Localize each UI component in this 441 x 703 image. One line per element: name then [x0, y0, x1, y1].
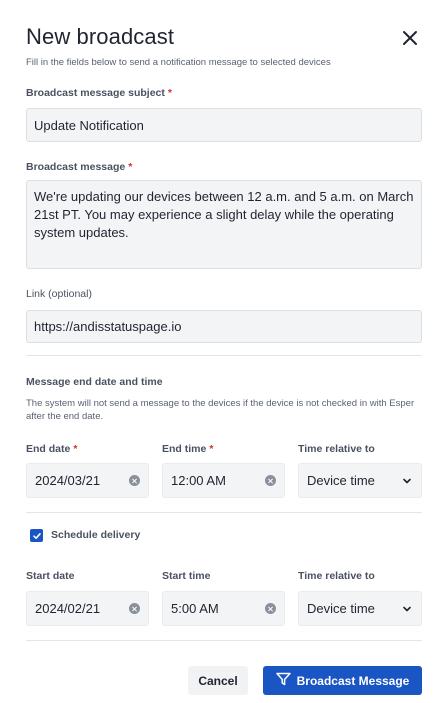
- divider: [26, 355, 422, 356]
- schedule-delivery-label[interactable]: Schedule delivery: [51, 529, 140, 541]
- start-date-value: 2024/02/21: [35, 601, 101, 616]
- clear-icon[interactable]: [129, 603, 140, 614]
- required-mark: *: [128, 161, 133, 173]
- schedule-delivery-checkbox[interactable]: [30, 529, 43, 542]
- divider: [26, 512, 422, 513]
- end-section-title: Message end date and time: [26, 376, 163, 388]
- dialog-subtitle: Fill in the fields below to send a notif…: [26, 57, 331, 68]
- subject-input[interactable]: Update Notification: [26, 108, 422, 142]
- required-mark: *: [73, 443, 78, 455]
- start-time-label: Start time: [162, 570, 211, 582]
- send-icon: [275, 672, 291, 689]
- end-date-label: End date *: [26, 443, 78, 455]
- end-time-input[interactable]: 12:00 AM: [162, 463, 285, 498]
- chevron-down-icon: [401, 475, 413, 487]
- end-section-description: The system will not send a message to th…: [26, 398, 415, 422]
- end-relative-label: Time relative to: [298, 443, 375, 455]
- end-time-label: End time *: [162, 443, 214, 455]
- clear-icon[interactable]: [265, 603, 276, 614]
- start-time-value: 5:00 AM: [171, 601, 219, 616]
- subject-label: Broadcast message subject *: [26, 87, 172, 99]
- start-relative-label: Time relative to: [298, 570, 375, 582]
- start-time-input[interactable]: 5:00 AM: [162, 591, 285, 626]
- start-date-input[interactable]: 2024/02/21: [26, 591, 149, 626]
- end-date-value: 2024/03/21: [35, 473, 101, 488]
- link-input[interactable]: https://andisstatuspage.io: [26, 310, 422, 343]
- required-mark: *: [209, 443, 214, 455]
- chevron-down-icon: [401, 603, 413, 615]
- cancel-button[interactable]: Cancel: [188, 666, 248, 695]
- required-mark: *: [167, 87, 172, 99]
- check-icon: [32, 532, 41, 539]
- message-textarea[interactable]: We're updating our devices between 12 a.…: [26, 180, 422, 269]
- start-relative-value: Device time: [307, 601, 375, 616]
- dialog-title: New broadcast: [26, 24, 175, 49]
- close-icon[interactable]: [399, 27, 421, 49]
- message-label: Broadcast message *: [26, 161, 133, 173]
- broadcast-message-button[interactable]: Broadcast Message: [263, 666, 422, 695]
- broadcast-message-label: Broadcast Message: [296, 673, 410, 688]
- link-label: Link (optional): [26, 288, 92, 300]
- end-relative-select[interactable]: Device time: [298, 463, 422, 498]
- end-relative-value: Device time: [307, 473, 375, 488]
- end-time-value: 12:00 AM: [171, 473, 226, 488]
- clear-icon[interactable]: [129, 475, 140, 486]
- start-relative-select[interactable]: Device time: [298, 591, 422, 626]
- divider: [26, 640, 422, 641]
- end-date-input[interactable]: 2024/03/21: [26, 463, 149, 498]
- clear-icon[interactable]: [265, 475, 276, 486]
- start-date-label: Start date: [26, 570, 75, 582]
